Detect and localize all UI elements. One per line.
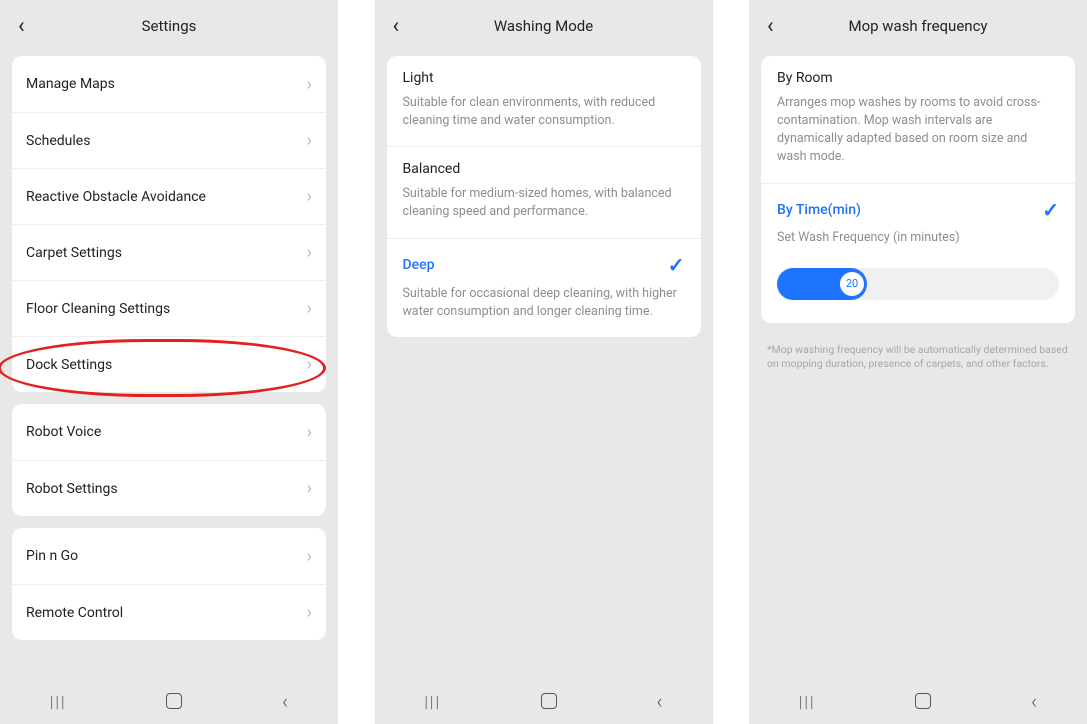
back-icon[interactable]: ‹ <box>393 14 400 39</box>
page-title: Washing Mode <box>494 17 593 35</box>
option-title: Light <box>403 70 685 86</box>
header: ‹ Settings <box>0 0 338 52</box>
header: ‹ Washing Mode <box>375 0 713 52</box>
option-by-room[interactable]: By Room Arranges mop washes by rooms to … <box>761 56 1075 183</box>
nav-back-icon[interactable]: ‹ <box>1011 683 1057 719</box>
screen-mop-wash-frequency: ‹ Mop wash frequency By Room Arranges mo… <box>749 0 1087 724</box>
slider-value: 20 <box>846 277 858 290</box>
option-deep[interactable]: Deep ✓ Suitable for occasional deep clea… <box>387 238 701 337</box>
option-title: By Room <box>777 70 1059 86</box>
screen-washing-mode: ‹ Washing Mode Light Suitable for clean … <box>375 0 713 724</box>
option-title-text: Deep <box>403 257 435 273</box>
option-title: By Time(min) ✓ <box>777 198 1059 222</box>
option-title-text: Light <box>403 70 434 86</box>
row-schedules[interactable]: Schedules › <box>12 112 326 168</box>
check-icon: ✓ <box>1042 198 1059 222</box>
android-navbar: ||| ‹ <box>0 678 338 724</box>
chevron-right-icon: › <box>307 298 312 319</box>
row-carpet-settings[interactable]: Carpet Settings › <box>12 224 326 280</box>
option-title-text: Balanced <box>403 161 461 177</box>
row-label: Carpet Settings <box>26 245 122 261</box>
row-floor-cleaning[interactable]: Floor Cleaning Settings › <box>12 280 326 336</box>
settings-content: Manage Maps › Schedules › Reactive Obsta… <box>0 52 338 678</box>
footnote: *Mop washing frequency will be automatic… <box>761 335 1075 372</box>
settings-group-3: Pin n Go › Remote Control › <box>12 528 326 640</box>
row-dock-settings[interactable]: Dock Settings › <box>12 336 326 392</box>
row-remote-control[interactable]: Remote Control › <box>12 584 326 640</box>
nav-home-icon[interactable] <box>895 687 951 715</box>
nav-back-icon[interactable]: ‹ <box>262 683 308 719</box>
row-pin-n-go[interactable]: Pin n Go › <box>12 528 326 584</box>
option-by-time[interactable]: By Time(min) ✓ Set Wash Frequency (in mi… <box>761 183 1075 323</box>
option-title: Deep ✓ <box>403 253 685 277</box>
row-label: Schedules <box>26 133 90 149</box>
freq-content: By Room Arranges mop washes by rooms to … <box>749 52 1087 678</box>
row-label: Remote Control <box>26 605 123 621</box>
option-desc: Arranges mop washes by rooms to avoid cr… <box>777 94 1059 167</box>
row-robot-settings[interactable]: Robot Settings › <box>12 460 326 516</box>
back-icon[interactable]: ‹ <box>18 14 25 39</box>
nav-home-icon[interactable] <box>146 687 202 715</box>
washing-content: Light Suitable for clean environments, w… <box>375 52 713 678</box>
chevron-right-icon: › <box>307 354 312 375</box>
page-title: Mop wash frequency <box>848 17 987 35</box>
row-label: Manage Maps <box>26 76 115 92</box>
android-navbar: ||| ‹ <box>749 678 1087 724</box>
screen-settings: ‹ Settings Manage Maps › Schedules › Rea… <box>0 0 338 724</box>
page-title: Settings <box>142 17 197 35</box>
option-desc: Suitable for clean environments, with re… <box>403 94 685 130</box>
settings-group-2: Robot Voice › Robot Settings › <box>12 404 326 516</box>
option-title-text: By Room <box>777 70 833 86</box>
option-desc: Suitable for medium-sized homes, with ba… <box>403 185 685 221</box>
option-title-text: By Time(min) <box>777 202 861 218</box>
row-obstacle-avoidance[interactable]: Reactive Obstacle Avoidance › <box>12 168 326 224</box>
nav-back-icon[interactable]: ‹ <box>637 683 683 719</box>
frequency-slider[interactable]: 20 <box>777 267 1059 301</box>
chevron-right-icon: › <box>307 602 312 623</box>
row-label: Reactive Obstacle Avoidance <box>26 189 206 205</box>
settings-group-1: Manage Maps › Schedules › Reactive Obsta… <box>12 56 326 392</box>
row-robot-voice[interactable]: Robot Voice › <box>12 404 326 460</box>
chevron-right-icon: › <box>307 242 312 263</box>
row-label: Robot Voice <box>26 424 101 440</box>
nav-recent-icon[interactable]: ||| <box>404 686 461 717</box>
row-manage-maps[interactable]: Manage Maps › <box>12 56 326 112</box>
check-icon: ✓ <box>668 253 685 277</box>
row-label: Floor Cleaning Settings <box>26 301 170 317</box>
chevron-right-icon: › <box>307 74 312 95</box>
row-label: Pin n Go <box>26 548 78 564</box>
freq-card: By Room Arranges mop washes by rooms to … <box>761 56 1075 323</box>
row-label: Robot Settings <box>26 481 118 497</box>
row-label: Dock Settings <box>26 357 112 373</box>
chevron-right-icon: › <box>307 422 312 443</box>
nav-recent-icon[interactable]: ||| <box>30 686 87 717</box>
header: ‹ Mop wash frequency <box>749 0 1087 52</box>
chevron-right-icon: › <box>307 478 312 499</box>
option-light[interactable]: Light Suitable for clean environments, w… <box>387 56 701 146</box>
back-icon[interactable]: ‹ <box>767 14 774 39</box>
chevron-right-icon: › <box>307 130 312 151</box>
option-desc: Suitable for occasional deep cleaning, w… <box>403 285 685 321</box>
option-sub: Set Wash Frequency (in minutes) <box>777 230 1059 245</box>
nav-home-icon[interactable] <box>521 687 577 715</box>
washing-options-card: Light Suitable for clean environments, w… <box>387 56 701 337</box>
option-balanced[interactable]: Balanced Suitable for medium-sized homes… <box>387 146 701 237</box>
android-navbar: ||| ‹ <box>375 678 713 724</box>
chevron-right-icon: › <box>307 546 312 567</box>
option-title: Balanced <box>403 161 685 177</box>
chevron-right-icon: › <box>307 186 312 207</box>
nav-recent-icon[interactable]: ||| <box>779 686 836 717</box>
slider-knob[interactable]: 20 <box>839 271 865 297</box>
